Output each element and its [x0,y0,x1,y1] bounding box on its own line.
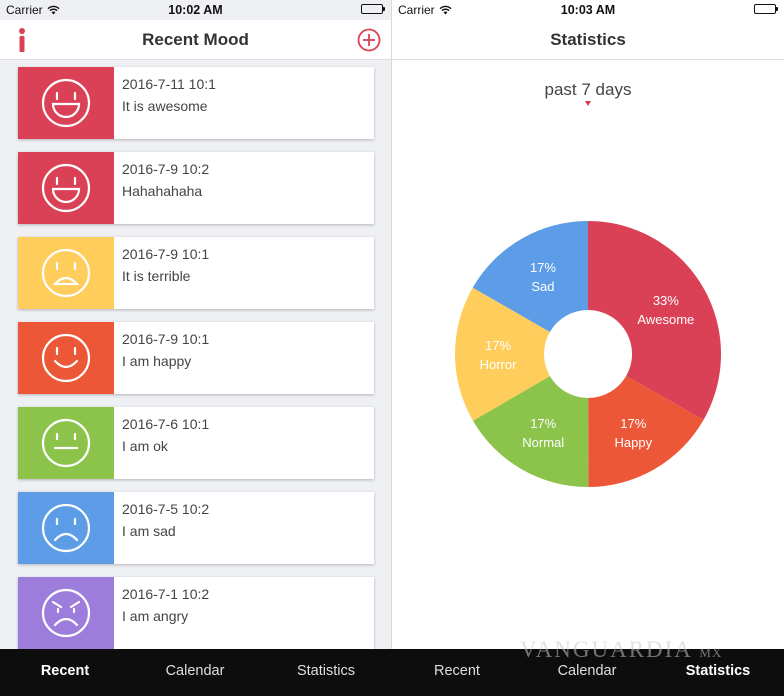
tab-calendar[interactable]: Calendar [130,663,260,679]
normal-face-icon [18,407,114,479]
entry-note: Hahahahaha [122,183,203,199]
entry-date: 2016-7-9 10:1 [122,331,210,347]
entry-note: I am happy [122,353,192,369]
status-time: 10:02 AM [168,3,223,17]
slice-name-label: Sad [531,279,554,294]
sad-face-icon [18,492,114,564]
entry-date: 2016-7-1 10:2 [122,586,210,602]
caret-down-icon[interactable] [585,101,591,106]
entry-note: It is terrible [122,268,191,284]
awesome-face-icon [18,152,114,224]
mood-list: 2016-7-11 10:1 It is awesome 2016-7-9 10:2… [18,67,374,662]
date-range-selector[interactable]: past 7 days [392,80,784,100]
slice-name-label: Horror [480,357,518,372]
nav-bar: Statistics [392,20,784,60]
nav-bar: Recent Mood [0,20,391,60]
mood-entry-card[interactable]: 2016-7-1 10:2 I am angry [18,577,374,649]
tab-statistics[interactable]: Statistics [261,663,391,679]
mood-entry-card[interactable]: 2016-7-6 10:1 I am ok [18,407,374,479]
entry-note: I am angry [122,608,189,624]
mood-pie-chart: 33% Awesome 17% Happy 17% Normal 17% Horror 17% S… [455,221,721,488]
entry-date: 2016-7-5 10:2 [122,501,210,517]
slice-percent-label: 17% [485,338,511,353]
battery-icon [754,4,778,14]
page-title: Statistics [550,30,626,49]
horror-face-icon [18,237,114,309]
tab-recent[interactable]: Recent [392,663,522,679]
tab-calendar[interactable]: Calendar [522,663,652,679]
slice-name-label: Normal [522,435,564,450]
entry-date: 2016-7-9 10:2 [122,161,210,177]
tab-statistics[interactable]: Statistics [653,663,783,679]
entry-date: 2016-7-9 10:1 [122,246,210,262]
recent-mood-screen: Carrier 10:02 AM Recent Mood 2016-7-11 1… [0,0,392,649]
slice-name-label: Awesome [637,312,694,327]
slice-percent-label: 17% [530,416,556,431]
entry-note: It is awesome [122,98,208,114]
slice-percent-label: 17% [530,260,556,275]
mood-entry-card[interactable]: 2016-7-9 10:1 I am happy [18,322,374,394]
entry-note: I am ok [122,438,168,454]
entry-note: I am sad [122,523,176,539]
mood-entry-card[interactable]: 2016-7-5 10:2 I am sad [18,492,374,564]
status-bar: Carrier 10:02 AM [0,0,391,20]
watermark: VANGUARDIA MX [520,637,723,662]
mood-entry-card[interactable]: 2016-7-9 10:1 It is terrible [18,237,374,309]
happy-face-icon [18,322,114,394]
add-circle-icon[interactable] [357,28,381,52]
awesome-face-icon [18,67,114,139]
mood-entry-card[interactable]: 2016-7-9 10:2 Hahahahaha [18,152,374,224]
status-time: 10:03 AM [560,3,616,17]
tab-recent[interactable]: Recent [0,663,130,679]
mood-entry-card[interactable]: 2016-7-11 10:1 It is awesome [18,67,374,139]
slice-percent-label: 33% [653,293,679,308]
statistics-screen: Carrier 10:03 AM Statistics past 7 days … [392,0,784,649]
page-title: Recent Mood [142,30,249,49]
battery-icon [361,4,385,14]
entry-date: 2016-7-11 10:1 [122,76,216,92]
entry-date: 2016-7-6 10:1 [122,416,210,432]
slice-percent-label: 17% [620,416,646,431]
status-bar: Carrier 10:03 AM [392,0,784,20]
slice-name-label: Happy [614,435,652,450]
angry-face-icon [18,577,114,649]
